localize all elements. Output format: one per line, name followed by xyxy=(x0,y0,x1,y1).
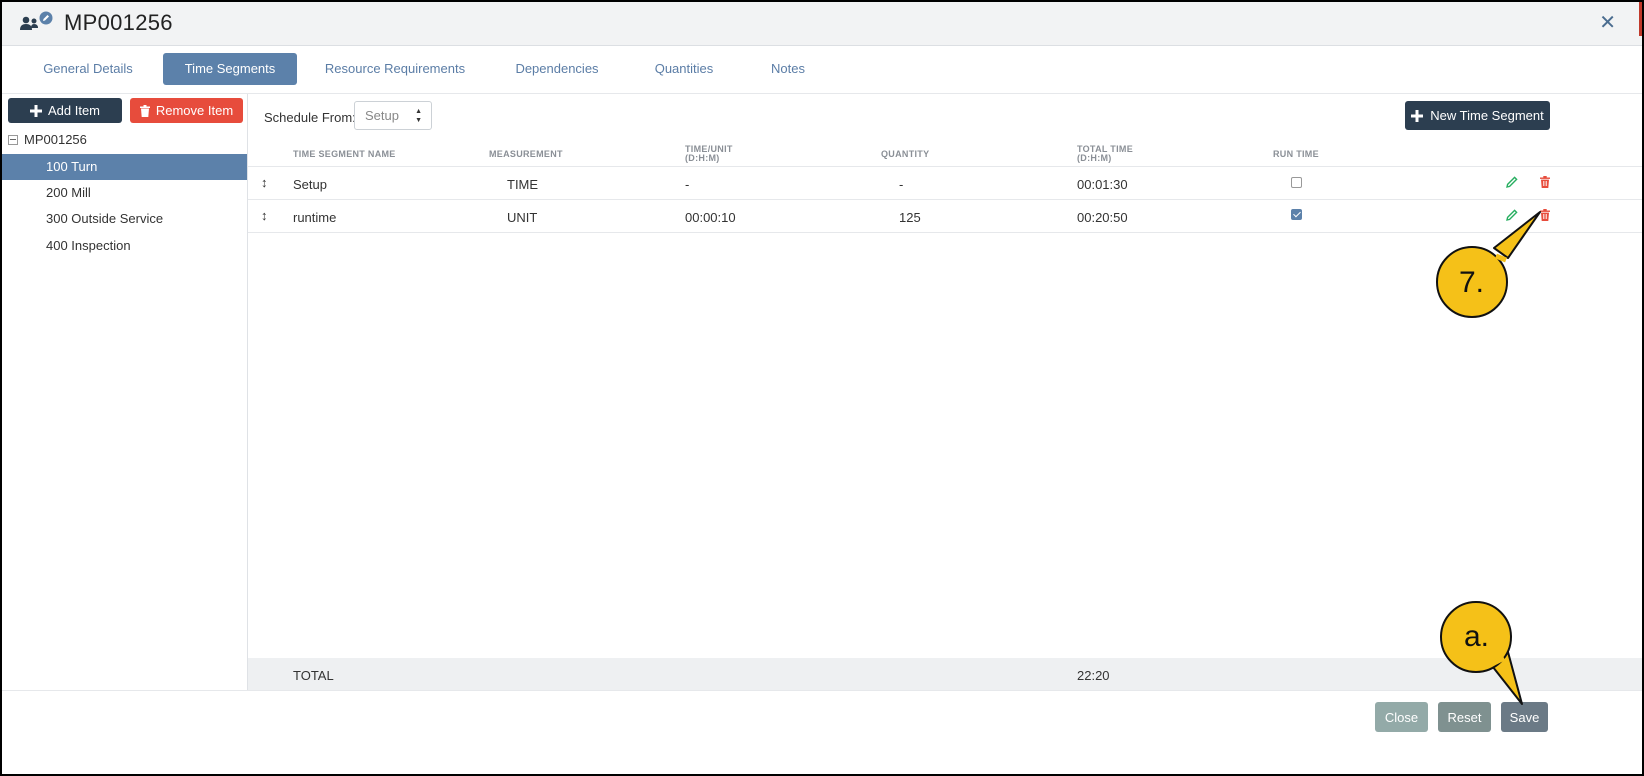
col-header-time-unit-sub: (D:H:M) xyxy=(685,153,720,163)
time-segments-panel: Schedule From: Setup ▲ ▼ New Time Segment… xyxy=(248,94,1642,690)
callout-step-7 xyxy=(1436,211,1541,318)
tree-root-label: MP001256 xyxy=(24,132,87,147)
tree-item-200-mill[interactable]: 200 Mill xyxy=(2,180,247,206)
row-quantity: 125 xyxy=(899,210,921,225)
row-time-unit: - xyxy=(685,177,690,192)
col-header-measurement: MEASUREMENT xyxy=(489,149,563,159)
delete-trash-icon[interactable] xyxy=(1539,176,1551,188)
tab-quantities[interactable]: Quantities xyxy=(640,53,728,85)
tab-time-segments[interactable]: Time Segments xyxy=(163,53,297,85)
dialog-footer: Close Reset Save xyxy=(2,690,1642,774)
new-time-segment-label: New Time Segment xyxy=(1430,108,1544,123)
total-label: TOTAL xyxy=(293,668,334,683)
select-arrows-icon: ▲ ▼ xyxy=(415,108,422,124)
row-quantity: - xyxy=(899,177,904,192)
col-header-name: TIME SEGMENT NAME xyxy=(293,149,396,159)
col-header-quantity: QUANTITY xyxy=(881,149,930,159)
schedule-from-value: Setup xyxy=(365,108,399,123)
dialog-header: MP001256 ✕ xyxy=(2,2,1642,46)
add-item-button[interactable]: Add Item xyxy=(8,98,122,123)
row-total-time: 00:20:50 xyxy=(1077,210,1128,225)
collapse-icon[interactable] xyxy=(8,134,18,145)
tree-item-400-inspection[interactable]: 400 Inspection xyxy=(2,233,247,259)
tab-bar: General Details Time Segments Resource R… xyxy=(2,46,1642,94)
users-edit-icon xyxy=(20,11,53,30)
dialog: MP001256 ✕ General Details Time Segments… xyxy=(0,0,1644,776)
trash-icon xyxy=(139,104,150,117)
add-item-label: Add Item xyxy=(47,103,101,118)
drag-handle-icon[interactable]: ↕ xyxy=(261,175,268,190)
col-header-total-time: TOTAL TIME (D:H:M) xyxy=(1077,145,1133,163)
tree-item-100-turn[interactable]: 100 Turn xyxy=(2,154,247,180)
row-name: Setup xyxy=(293,177,327,192)
row-time-unit: 00:00:10 xyxy=(685,210,736,225)
col-header-total-time-sub: (D:H:M) xyxy=(1077,153,1112,163)
window-edge xyxy=(1639,2,1642,36)
remove-item-label: Remove Item xyxy=(155,103,234,118)
tab-dependencies[interactable]: Dependencies xyxy=(502,53,612,85)
new-time-segment-button[interactable]: New Time Segment xyxy=(1405,101,1550,130)
schedule-from-label: Schedule From: xyxy=(264,110,356,125)
edit-pencil-icon[interactable] xyxy=(1506,176,1518,188)
row-name: runtime xyxy=(293,210,337,225)
tab-resource-requirements[interactable]: Resource Requirements xyxy=(315,53,475,85)
callout-step-7-label: 7. xyxy=(1459,266,1485,299)
header-divider xyxy=(248,166,1642,167)
close-icon[interactable]: ✕ xyxy=(1599,13,1616,33)
run-time-checkbox[interactable] xyxy=(1291,177,1302,188)
dialog-title: MP001256 xyxy=(64,10,173,35)
tab-general-details[interactable]: General Details xyxy=(27,53,149,85)
drag-handle-icon[interactable]: ↕ xyxy=(261,208,268,223)
callout-step-a xyxy=(1440,601,1523,705)
total-value: 22:20 xyxy=(1077,668,1110,683)
remove-item-button[interactable]: Remove Item xyxy=(130,98,243,123)
close-button[interactable]: Close xyxy=(1375,702,1428,732)
callout-step-a-label: a. xyxy=(1464,620,1490,653)
row-measurement: TIME xyxy=(507,177,539,192)
schedule-from-select[interactable]: Setup ▲ ▼ xyxy=(354,101,432,130)
plus-icon xyxy=(1411,109,1424,122)
tab-notes[interactable]: Notes xyxy=(762,53,814,85)
total-row: TOTAL 22:20 xyxy=(248,658,1642,690)
col-header-time-unit: TIME/UNIT (D:H:M) xyxy=(685,145,733,163)
tree-root[interactable]: MP001256 xyxy=(8,132,87,147)
col-header-run-time: RUN TIME xyxy=(1273,149,1319,159)
row-divider xyxy=(248,199,1642,200)
row-measurement: UNIT xyxy=(507,210,538,225)
row-total-time: 00:01:30 xyxy=(1077,177,1128,192)
run-time-checkbox[interactable] xyxy=(1291,209,1302,220)
plus-icon xyxy=(29,104,42,117)
item-tree-panel: Add Item Remove Item MP001256 100 Turn 2… xyxy=(2,94,248,690)
tree-item-300-outside-service[interactable]: 300 Outside Service xyxy=(2,206,247,232)
